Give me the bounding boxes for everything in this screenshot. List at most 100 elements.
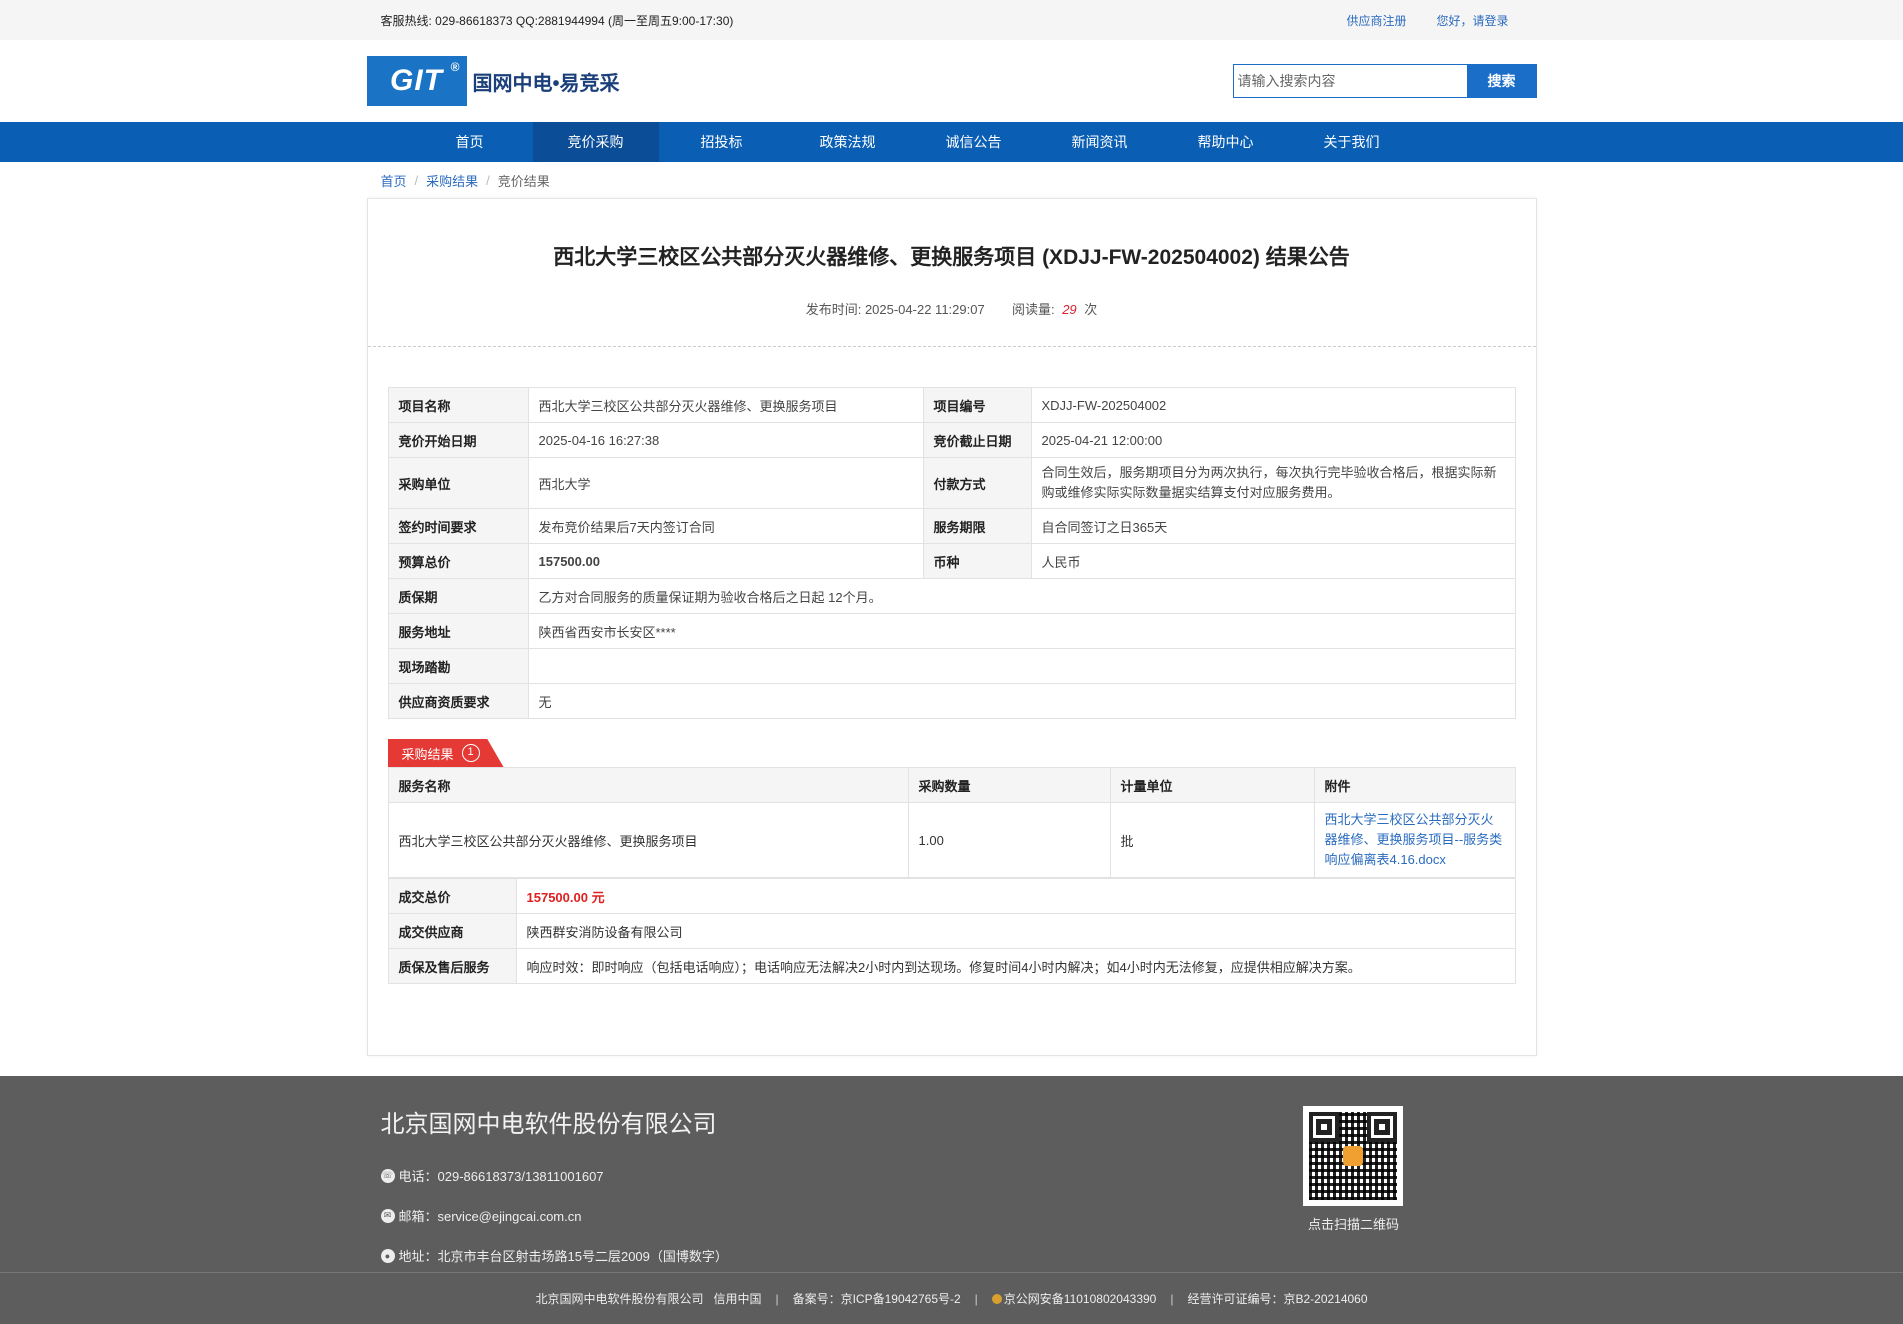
- address-label: 服务地址: [387, 613, 529, 649]
- article-meta: 发布时间: 2025-04-22 11:29:07 阅读量: 29 次: [368, 299, 1536, 318]
- page-title: 西北大学三校区公共部分灭火器维修、更换服务项目 (XDJJ-FW-2025040…: [553, 246, 1350, 269]
- col-attachment: 附件: [1313, 767, 1516, 803]
- service-address: 陕西省西安市长安区****: [527, 613, 1516, 649]
- qr-code[interactable]: [1302, 1106, 1403, 1206]
- currency: 人民币: [1030, 543, 1516, 579]
- quantity: 1.00: [907, 802, 1111, 878]
- table-row: 竞价开始日期 2025-04-16 16:27:38 竞价截止日期 2025-0…: [387, 422, 1516, 458]
- supplier-register-link[interactable]: 供应商注册: [1346, 12, 1406, 29]
- project-name: 西北大学三校区公共部分灭火器维修、更换服务项目: [527, 387, 924, 423]
- table-row: 预算总价 157500.00 币种 人民币: [387, 543, 1516, 579]
- result-tag-number: 1: [461, 744, 480, 762]
- license-text: 经营许可证编号：京B2-20214060: [1187, 1292, 1368, 1306]
- footer-address: ● 地址：北京市丰台区射击场路15号二层2009（国博数字）: [380, 1246, 728, 1265]
- period-label: 服务期限: [922, 508, 1032, 544]
- table-row: 质保期 乙方对合同服务的质量保证期为验收合格后之日起 12个月。: [387, 578, 1516, 614]
- footer-company: 北京国网中电软件股份有限公司: [380, 1111, 717, 1138]
- publish-label: 发布时间:: [805, 302, 862, 317]
- logo-mark: GIT ®: [366, 56, 467, 106]
- nav-item-policy[interactable]: 政策法规: [785, 122, 911, 162]
- nav-item-news[interactable]: 新闻资讯: [1037, 122, 1163, 162]
- table-row: 供应商资质要求 无: [387, 683, 1516, 719]
- table-row: 西北大学三校区公共部分灭火器维修、更换服务项目 1.00 批 西北大学三校区公共…: [387, 802, 1516, 878]
- sign-requirement: 发布竞价结果后7天内签订合同: [527, 508, 924, 544]
- start-date-label: 竞价开始日期: [387, 422, 529, 458]
- views-count: 29: [1062, 302, 1077, 317]
- hotline-text: 客服热线: 029-86618373 QQ:2881944994 (周一至周五9…: [380, 13, 734, 28]
- footer-bottom: 北京国网中电软件股份有限公司 信用中国 | 备案号：京ICP备19042765号…: [0, 1272, 1903, 1324]
- credit-china-link[interactable]: 信用中国: [713, 1290, 761, 1307]
- mail-icon: ✉: [380, 1208, 395, 1223]
- end-date: 2025-04-21 12:00:00: [1030, 422, 1516, 458]
- announcement-header: 西北大学三校区公共部分灭火器维修、更换服务项目 (XDJJ-FW-2025040…: [367, 199, 1536, 347]
- header: GIT® 国网中电•易竞采 搜索: [0, 40, 1903, 122]
- icp-link[interactable]: 备案号：京ICP备19042765号-2: [793, 1290, 961, 1307]
- qualification: 无: [527, 683, 1516, 719]
- announcement-card: 西北大学三校区公共部分灭火器维修、更换服务项目 (XDJJ-FW-2025040…: [366, 198, 1537, 1056]
- result-summary-table: 成交总价 157500.00 元 成交供应商 陕西群安消防设备有限公司 质保及售…: [387, 878, 1516, 984]
- main-nav: 首页 竞价采购 招投标 政策法规 诚信公告 新闻资讯 帮助中心 关于我们: [0, 122, 1903, 162]
- unit: 批: [1109, 802, 1315, 878]
- project-no-label: 项目编号: [922, 387, 1032, 423]
- table-row: 成交总价 157500.00 元: [387, 878, 1516, 914]
- service-name: 西北大学三校区公共部分灭火器维修、更换服务项目: [387, 802, 909, 878]
- aftersale-label: 质保及售后服务: [387, 948, 517, 984]
- breadcrumb: 首页 / 采购结果 / 竞价结果: [367, 162, 1537, 198]
- table-row: 质保及售后服务 响应时效：即时响应（包括电话响应）；电话响应无法解决2小时内到达…: [387, 948, 1516, 984]
- total-value: 157500.00 元: [515, 878, 1516, 914]
- currency-label: 币种: [922, 543, 1032, 579]
- logo-text: 国网中电•易竞采: [472, 72, 620, 95]
- nav-item-home[interactable]: 首页: [407, 122, 533, 162]
- police-badge-icon: [991, 1294, 1002, 1304]
- qr-logo-icon: [1342, 1146, 1363, 1166]
- views-label: 阅读量:: [1011, 302, 1055, 317]
- views-unit: 次: [1084, 302, 1098, 317]
- footer-phone: ☏ 电话：029-86618373/13811001607: [380, 1168, 604, 1184]
- search-input[interactable]: [1232, 64, 1467, 98]
- project-name-label: 项目名称: [387, 387, 529, 423]
- warranty-label: 质保期: [387, 578, 529, 614]
- table-row: 服务地址 陕西省西安市长安区****: [387, 613, 1516, 649]
- login-link[interactable]: 您好，请登录: [1436, 12, 1508, 29]
- qr-image: [1308, 1112, 1397, 1200]
- footer-email: ✉ 邮箱：service@ejingcai.com.cn: [380, 1206, 581, 1225]
- breadcrumb-home[interactable]: 首页: [381, 171, 407, 190]
- table-header-row: 服务名称 采购数量 计量单位 附件: [387, 767, 1516, 803]
- breadcrumb-current: 竞价结果: [497, 173, 550, 189]
- publish-time: 2025-04-22 11:29:07: [864, 302, 985, 317]
- attachment-link[interactable]: 西北大学三校区公共部分灭火器维修、更换服务项目--服务类响应偏离表4.16.do…: [1325, 812, 1503, 867]
- qr-caption: 点击扫描二维码: [1307, 1217, 1399, 1232]
- col-quantity: 采购数量: [907, 767, 1111, 803]
- supplier-label: 成交供应商: [387, 913, 517, 949]
- service-period: 自合同签订之日365天: [1030, 508, 1516, 544]
- result-table: 服务名称 采购数量 计量单位 附件 西北大学三校区公共部分灭火器维修、更换服务项…: [387, 767, 1516, 878]
- table-row: 成交供应商 陕西群安消防设备有限公司: [387, 913, 1516, 949]
- search-button[interactable]: 搜索: [1466, 64, 1537, 98]
- qualification-label: 供应商资质要求: [387, 683, 529, 719]
- budget-label: 预算总价: [387, 543, 529, 579]
- nav-item-bidding[interactable]: 竞价采购: [532, 122, 659, 162]
- buyer-label: 采购单位: [387, 457, 529, 509]
- end-date-label: 竞价截止日期: [922, 422, 1032, 458]
- top-links: 供应商注册 您好，请登录: [1346, 12, 1522, 29]
- nav-item-tender[interactable]: 招投标: [659, 122, 785, 162]
- breadcrumb-separator: /: [486, 172, 490, 188]
- nav-item-about[interactable]: 关于我们: [1289, 122, 1415, 162]
- table-row: 现场踏勘: [387, 648, 1516, 684]
- breadcrumb-separator: /: [414, 172, 419, 188]
- col-service-name: 服务名称: [387, 767, 909, 803]
- table-row: 采购单位 西北大学 付款方式 合同生效后，服务期项目分为两次执行，每次执行完毕验…: [387, 457, 1516, 509]
- project-no: XDJJ-FW-202504002: [1030, 387, 1516, 423]
- police-record-link[interactable]: 京公网安备11010802043390: [991, 1290, 1156, 1307]
- warranty: 乙方对合同服务的质量保证期为验收合格后之日起 12个月。: [527, 578, 1516, 614]
- result-section-tag: 采购结果 1: [387, 739, 1516, 767]
- nav-item-credit[interactable]: 诚信公告: [911, 122, 1037, 162]
- nav-item-help[interactable]: 帮助中心: [1163, 122, 1289, 162]
- breadcrumb-results[interactable]: 采购结果: [426, 171, 478, 190]
- col-unit: 计量单位: [1109, 767, 1315, 803]
- total-label: 成交总价: [387, 878, 517, 914]
- phone-icon: ☏: [380, 1168, 395, 1183]
- site-logo[interactable]: GIT ® 国网中电•易竞采: [366, 56, 620, 106]
- footer: 北京国网中电软件股份有限公司 ☏ 电话：029-86618373/13811001…: [0, 1076, 1903, 1324]
- attachment-cell: 西北大学三校区公共部分灭火器维修、更换服务项目--服务类响应偏离表4.16.do…: [1313, 802, 1516, 878]
